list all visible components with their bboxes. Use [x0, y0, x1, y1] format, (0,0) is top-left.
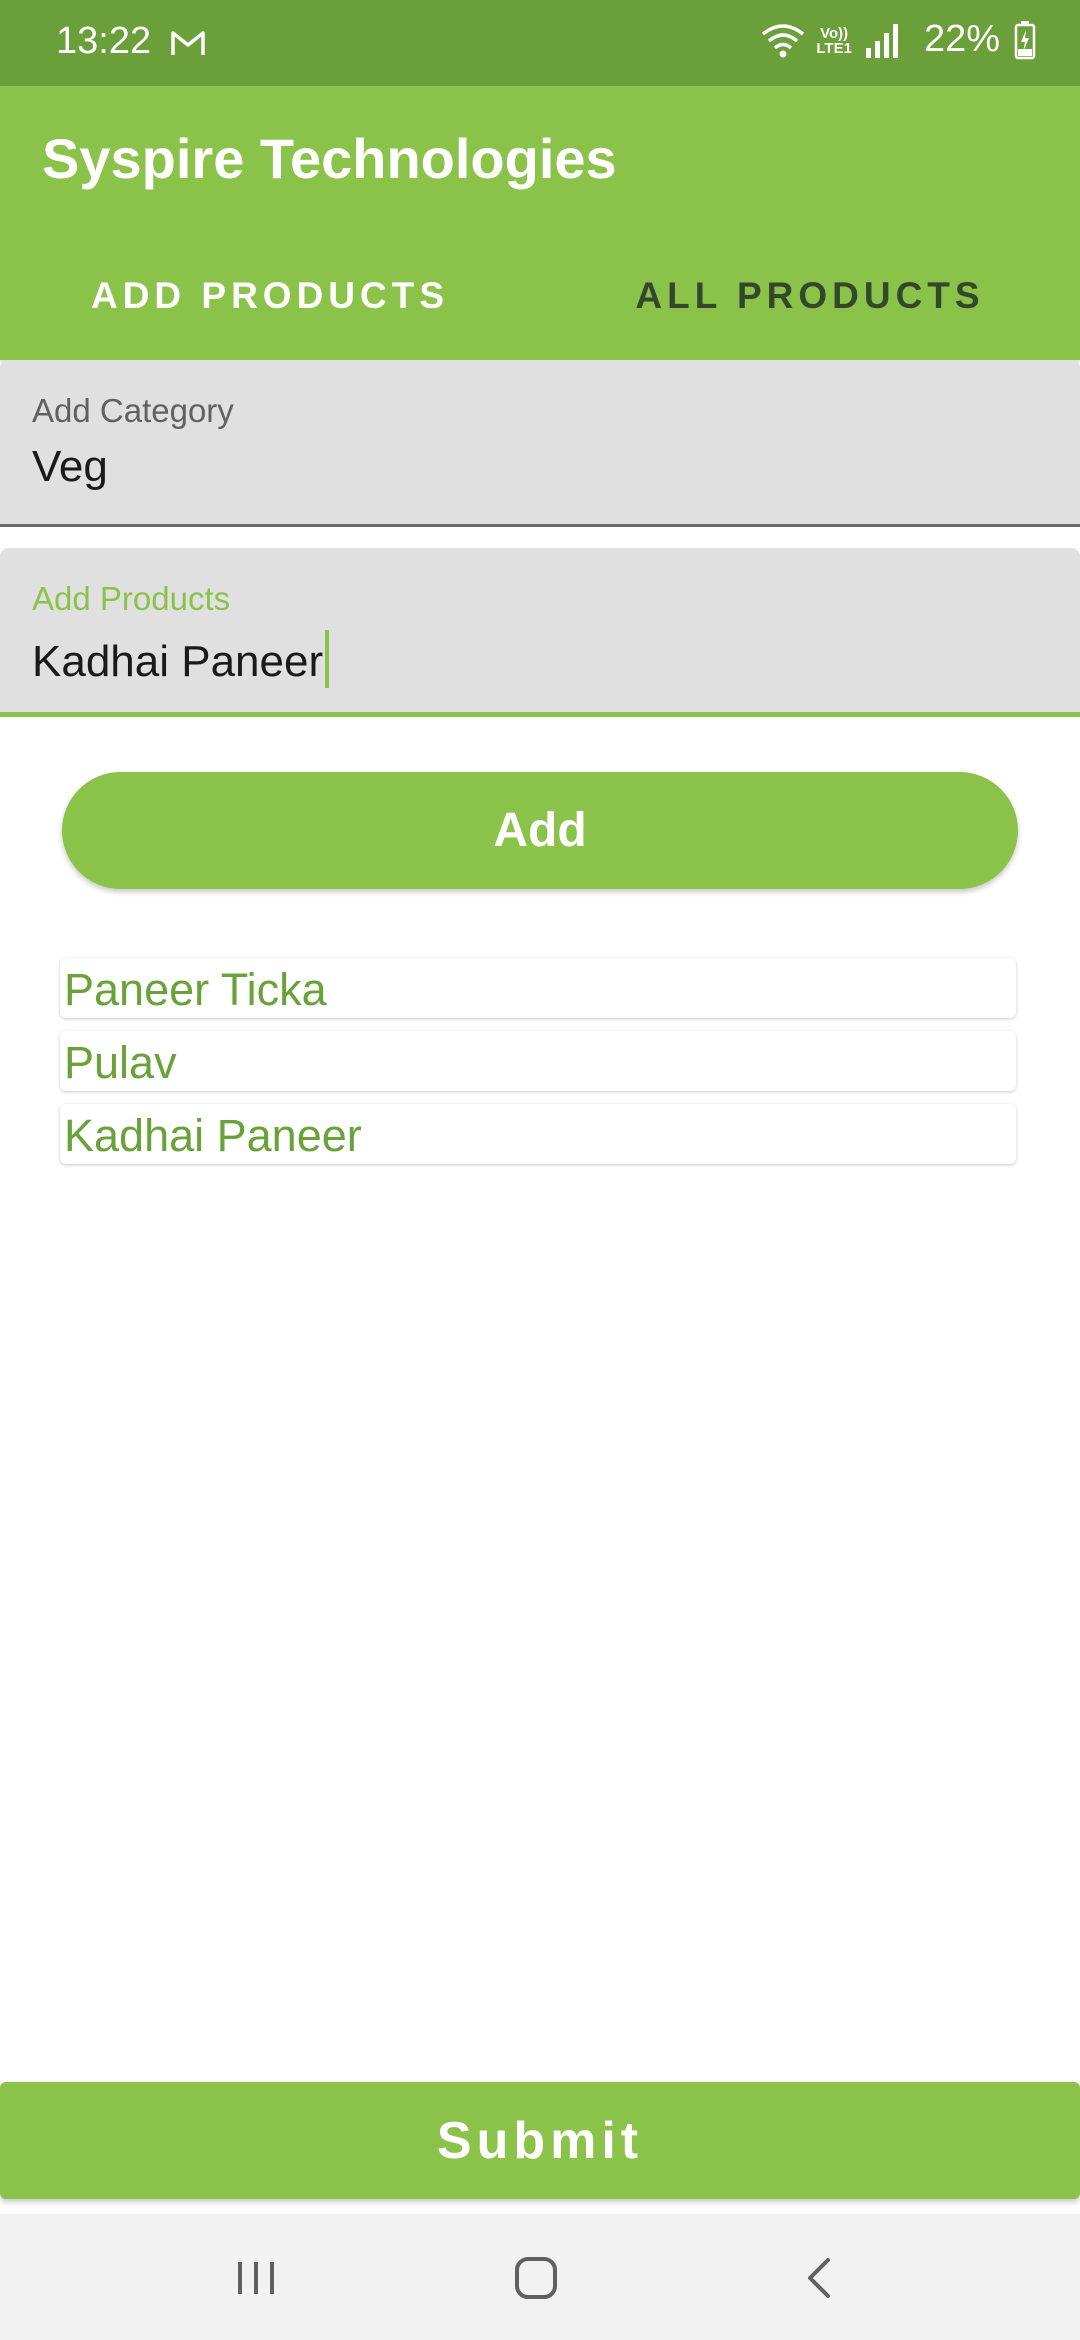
category-field-value[interactable]: Veg: [32, 442, 108, 492]
app-title: Syspire Technologies: [42, 127, 617, 190]
tab-add-products[interactable]: ADD PRODUCTS: [0, 232, 540, 360]
status-bar: 13:22 Vo)) LTE1 22%: [0, 0, 1080, 86]
battery-percent: 22%: [923, 18, 1000, 60]
category-field[interactable]: Add Category Veg: [0, 360, 1080, 527]
tab-all-products[interactable]: ALL PRODUCTS: [540, 232, 1080, 360]
product-list-item[interactable]: Paneer Ticka: [60, 958, 1016, 1018]
add-button[interactable]: Add: [62, 772, 1018, 889]
product-list-item-text: Kadhai Paneer: [64, 1110, 362, 1161]
product-field-label: Add Products: [32, 580, 231, 617]
lte-label: LTE1: [816, 39, 852, 57]
category-field-label: Add Category: [32, 392, 234, 429]
submit-button-label: Submit: [436, 2111, 644, 2170]
system-nav-bar: [0, 2214, 1080, 2340]
home-icon[interactable]: [506, 2248, 566, 2308]
product-field-value: Kadhai Paneer: [32, 637, 324, 686]
add-button-label: Add: [493, 804, 587, 857]
wifi-icon: [762, 23, 805, 57]
back-icon[interactable]: [790, 2248, 850, 2308]
product-list-item-text: Pulav: [64, 1037, 177, 1088]
product-list-item[interactable]: Kadhai Paneer: [60, 1104, 1016, 1164]
submit-button[interactable]: Submit: [0, 2082, 1080, 2199]
app-bar: Syspire Technologies: [0, 86, 1080, 232]
battery-charging-icon: [1014, 20, 1036, 59]
status-time: 13:22: [56, 20, 152, 62]
product-field-input[interactable]: Kadhai Paneer: [32, 630, 330, 688]
status-icons: Vo)) LTE1 22%: [760, 18, 1036, 61]
screen: 13:22 Vo)) LTE1 22% Syspire Technologies…: [0, 0, 1080, 2340]
recent-apps-icon[interactable]: [226, 2248, 286, 2308]
text-cursor: [325, 630, 330, 688]
volte-icon: Vo)) LTE1: [816, 26, 852, 56]
product-list-item-text: Paneer Ticka: [64, 964, 327, 1015]
tab-bar: ADD PRODUCTS ALL PRODUCTS: [0, 232, 1080, 360]
product-list-item[interactable]: Pulav: [60, 1031, 1016, 1091]
volte-label: Vo)): [820, 24, 849, 42]
signal-icon: [865, 23, 898, 58]
gmail-icon: [171, 31, 205, 55]
product-field[interactable]: Add Products Kadhai Paneer: [0, 548, 1080, 717]
